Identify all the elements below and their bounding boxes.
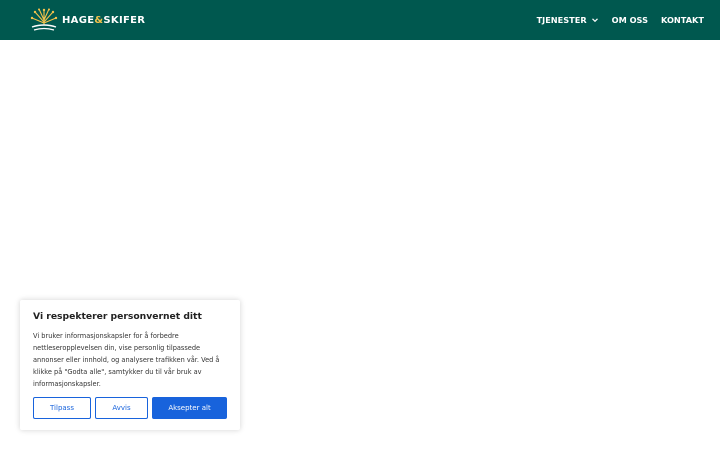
site-logo[interactable]: HAGE&SKIFER: [30, 8, 145, 32]
nav-item-om-oss[interactable]: OM OSS: [612, 15, 648, 25]
nav-item-kontakt[interactable]: KONTAKT: [661, 15, 704, 25]
main-nav: TJENESTER OM OSS KONTAKT: [524, 0, 704, 40]
site-header: HAGE&SKIFER TJENESTER OM OSS KONTAKT: [0, 0, 720, 40]
brand-name: HAGE&SKIFER: [62, 15, 145, 26]
nav-item-tjenester[interactable]: TJENESTER: [537, 15, 599, 25]
tree-logo-icon: [30, 8, 58, 31]
brand-name-part2: SKIFER: [103, 14, 146, 26]
consent-title: Vi respekterer personvernet ditt: [33, 311, 202, 322]
brand-name-part1: HAGE: [62, 14, 95, 26]
accept-all-button[interactable]: Aksepter alt: [152, 397, 227, 419]
chevron-down-icon: [591, 18, 598, 23]
nav-label: OM OSS: [611, 15, 648, 25]
cookie-consent-banner: Vi respekterer personvernet ditt Vi bruk…: [20, 300, 240, 430]
nav-label: KONTAKT: [660, 15, 704, 25]
customize-button[interactable]: Tilpass: [33, 397, 91, 419]
nav-label: TJENESTER: [536, 15, 587, 25]
reject-button[interactable]: Avvis: [95, 397, 148, 419]
consent-description: Vi bruker informasjonskapsler for å forb…: [33, 332, 220, 388]
